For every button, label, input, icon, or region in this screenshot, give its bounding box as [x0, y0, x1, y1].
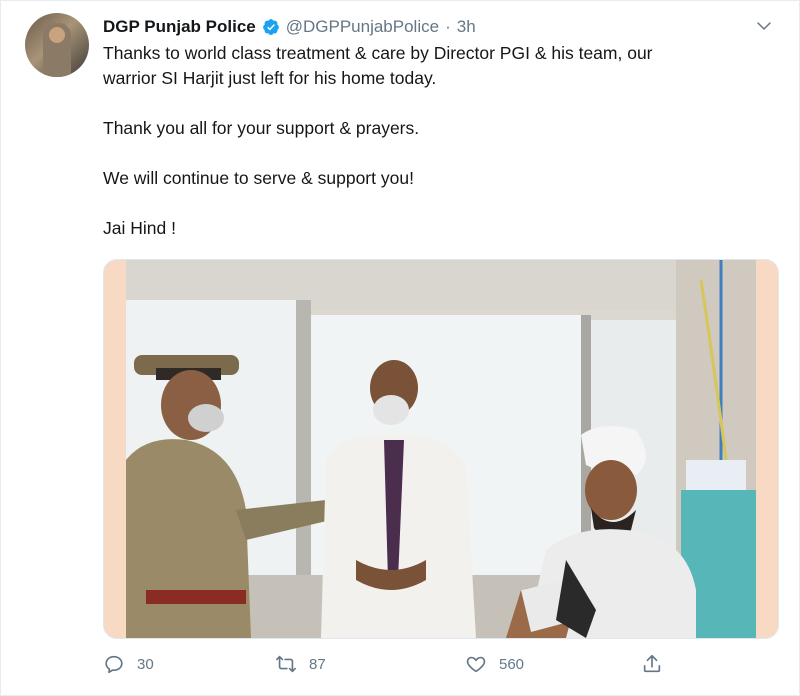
user-handle[interactable]: @DGPPunjabPolice — [286, 17, 439, 37]
retweet-count: 87 — [309, 655, 326, 673]
tweet-line: warrior SI Harjit just left for his home… — [103, 68, 437, 88]
reply-icon — [105, 655, 123, 674]
tweet-actions: 30 87 560 — [103, 653, 683, 677]
tweet-text: Thanks to world class treatment & care b… — [103, 41, 763, 266]
caret-down-icon[interactable] — [755, 17, 773, 35]
tweet-line: Jai Hind ! — [103, 218, 176, 238]
like-icon — [466, 656, 486, 673]
reply-count: 30 — [137, 655, 154, 673]
tweet-line: Thanks to world class treatment & care b… — [103, 43, 653, 63]
retweet-action[interactable]: 87 — [275, 653, 326, 675]
reply-action[interactable]: 30 — [103, 653, 154, 675]
hospital-room-photo — [126, 260, 756, 638]
tweet-line: Thank you all for your support & prayers… — [103, 118, 420, 138]
tweet-photo[interactable] — [103, 259, 779, 639]
share-action[interactable] — [641, 653, 663, 675]
timestamp[interactable]: 3h — [457, 17, 476, 37]
retweet-icon — [276, 655, 296, 673]
avatar-head — [49, 27, 65, 43]
tweet-card[interactable]: DGP Punjab Police @DGPPunjabPolice · 3h … — [0, 0, 800, 696]
verified-badge-icon — [262, 19, 279, 35]
like-action[interactable]: 560 — [465, 653, 524, 675]
share-icon — [643, 654, 661, 673]
separator-dot: · — [445, 17, 451, 36]
tweet-header: DGP Punjab Police @DGPPunjabPolice · 3h — [103, 15, 476, 39]
display-name[interactable]: DGP Punjab Police — [103, 17, 256, 37]
like-count: 560 — [499, 655, 525, 673]
profile-avatar[interactable] — [25, 13, 89, 77]
tweet-line: We will continue to serve & support you! — [103, 168, 414, 188]
